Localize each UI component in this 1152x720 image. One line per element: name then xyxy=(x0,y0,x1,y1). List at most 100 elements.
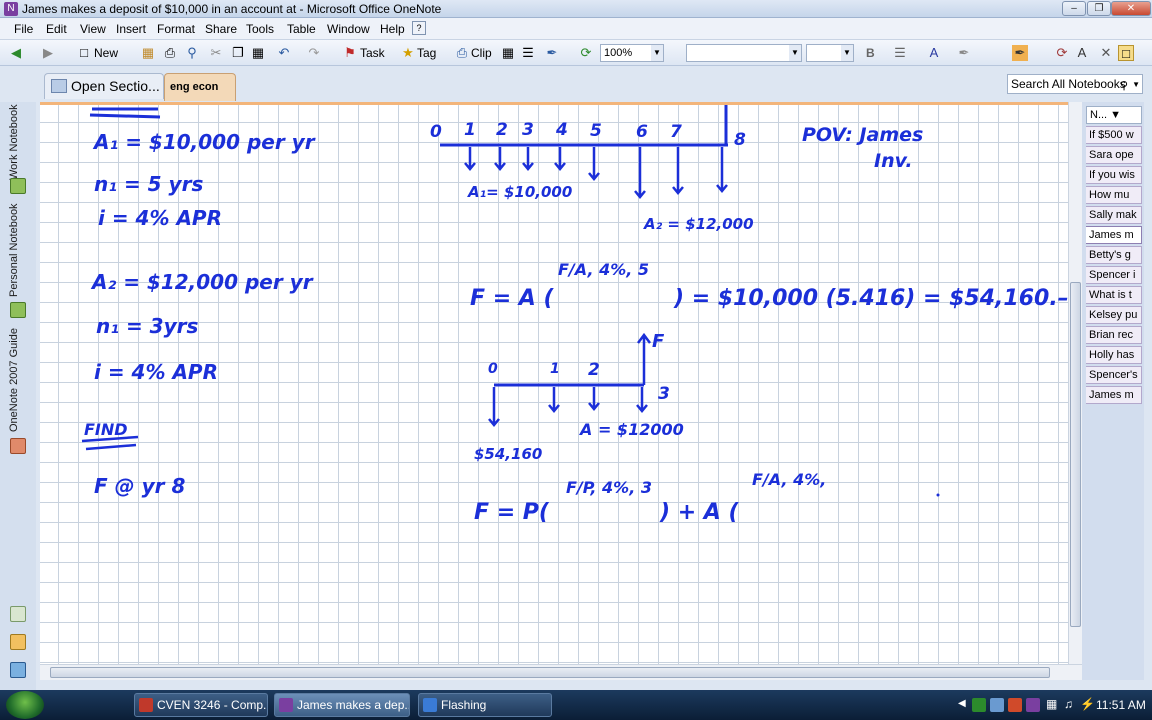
vertical-scrollbar[interactable] xyxy=(1068,102,1082,664)
menu-share[interactable]: Share xyxy=(205,22,237,36)
page-tab[interactable]: James m xyxy=(1086,386,1142,404)
notebook-icon[interactable] xyxy=(10,302,26,318)
lasso-select-icon[interactable]: ⟳ xyxy=(1054,45,1070,61)
notebook-icon[interactable] xyxy=(10,178,26,194)
tag-star-icon[interactable]: ★ xyxy=(400,45,416,61)
start-button[interactable] xyxy=(6,691,44,719)
pen-color-icon[interactable]: ✒ xyxy=(1012,45,1028,61)
page-tab-active[interactable]: James m xyxy=(1086,226,1142,244)
menu-help[interactable]: Help xyxy=(380,22,405,36)
new-button[interactable]: New xyxy=(94,44,118,62)
tab-open-sections[interactable]: Open Sectio... xyxy=(44,73,164,99)
note-icon[interactable]: □ xyxy=(1118,45,1134,61)
note-page-canvas[interactable]: A₁ = $10,000 per yr n₁ = 5 yrs i = 4% AP… xyxy=(40,102,1068,664)
page-tab[interactable]: Sara ope xyxy=(1086,146,1142,164)
notebook-folder-icon[interactable] xyxy=(10,634,26,650)
page-tab[interactable]: Spencer's xyxy=(1086,366,1142,384)
new-page-button[interactable]: N... ▼ xyxy=(1086,106,1142,124)
page-tab[interactable]: If you wis xyxy=(1086,166,1142,184)
menu-view[interactable]: View xyxy=(80,22,106,36)
zoom-select[interactable]: 100% ▼ xyxy=(600,44,664,62)
network-icon[interactable]: ▦ xyxy=(1046,697,1057,711)
bold-button[interactable]: B xyxy=(866,44,875,62)
new-page-icon[interactable]: □ xyxy=(76,45,92,61)
notebook-icon[interactable] xyxy=(10,438,26,454)
tray-app-icon[interactable] xyxy=(1008,698,1022,712)
clock[interactable]: 11:51 AM xyxy=(1096,698,1146,712)
timeline2-tick: 1 xyxy=(550,361,560,377)
table-icon[interactable]: ▦ xyxy=(500,45,516,61)
copy-icon[interactable]: ❐ xyxy=(230,45,246,61)
menu-file[interactable]: File xyxy=(14,22,33,36)
menu-table[interactable]: Table xyxy=(287,22,316,36)
menu-tools[interactable]: Tools xyxy=(246,22,274,36)
back-icon[interactable]: ◀ xyxy=(8,45,24,61)
search-input[interactable]: Search All Notebooks ⚲ ▼ xyxy=(1007,74,1143,94)
vertical-scroll-thumb[interactable] xyxy=(1070,282,1081,627)
horizontal-scrollbar[interactable] xyxy=(40,664,1082,680)
redo-icon[interactable]: ↷ xyxy=(306,45,322,61)
tray-app-icon[interactable] xyxy=(1026,698,1040,712)
notebook-personal[interactable]: Personal Notebook xyxy=(8,202,28,298)
clip-button[interactable]: Clip xyxy=(471,44,492,62)
cut-icon[interactable]: ✂ xyxy=(208,45,224,61)
all-notebooks-icon[interactable] xyxy=(10,662,26,678)
list-view-icon[interactable]: ☰ xyxy=(520,45,536,61)
paste-icon[interactable]: ▦ xyxy=(250,45,266,61)
forward-icon[interactable]: ▶ xyxy=(40,45,56,61)
power-icon[interactable]: ⚡ xyxy=(1080,697,1095,711)
minimize-button[interactable]: – xyxy=(1062,1,1086,16)
task-button[interactable]: Task xyxy=(360,44,385,62)
clip-icon[interactable]: ⎙ xyxy=(454,45,470,61)
menu-insert[interactable]: Insert xyxy=(116,22,146,36)
volume-icon[interactable]: ♫ xyxy=(1064,697,1073,711)
page-tab[interactable]: If $500 w xyxy=(1086,126,1142,144)
print-icon[interactable]: ⎙ xyxy=(162,45,178,61)
taskbar-item[interactable]: Flashing xyxy=(418,693,552,717)
pen-icon[interactable]: ✒ xyxy=(544,45,560,61)
sync-icon[interactable]: ⟳ xyxy=(578,45,594,61)
page-tab[interactable]: What is t xyxy=(1086,286,1142,304)
page-tab[interactable]: Sally mak xyxy=(1086,206,1142,224)
bullets-icon[interactable]: ☰ xyxy=(892,45,908,61)
page-tab[interactable]: Kelsey pu xyxy=(1086,306,1142,324)
research-icon[interactable]: ⚲ xyxy=(184,45,200,61)
menu-format[interactable]: Format xyxy=(157,22,195,36)
taskbar-item-active[interactable]: James makes a dep... xyxy=(274,693,410,717)
search-icon[interactable]: ⚲ xyxy=(1120,77,1128,95)
tag-button[interactable]: Tag xyxy=(417,44,436,62)
task-flag-icon[interactable]: ⚑ xyxy=(342,45,358,61)
restore-button[interactable]: ❐ xyxy=(1087,1,1111,16)
page-tab[interactable]: Holly has xyxy=(1086,346,1142,364)
open-folder-icon[interactable]: ▦ xyxy=(140,45,156,61)
tab-eng-econ[interactable]: eng econ xyxy=(164,73,236,101)
timeline2-f-label: F xyxy=(652,331,665,352)
eraser-icon[interactable]: ✕ xyxy=(1098,45,1114,61)
page-tab[interactable]: How mu xyxy=(1086,186,1142,204)
unfiled-notes-icon[interactable] xyxy=(10,606,26,622)
font-color-icon[interactable]: A xyxy=(926,45,942,61)
tray-expand-icon[interactable]: ◀ xyxy=(958,698,966,709)
tray-app-icon[interactable] xyxy=(990,698,1004,712)
font-name-select[interactable]: ▼ xyxy=(686,44,802,62)
notebook-guide[interactable]: OneNote 2007 Guide xyxy=(8,326,28,434)
page-tab[interactable]: Betty's g xyxy=(1086,246,1142,264)
menu-window[interactable]: Window xyxy=(327,22,370,36)
page-tab[interactable]: Brian rec xyxy=(1086,326,1142,344)
page-tab[interactable]: Spencer i xyxy=(1086,266,1142,284)
notebook-work[interactable]: Work Notebook xyxy=(8,102,28,182)
help-icon[interactable]: ? xyxy=(412,21,426,35)
chevron-down-icon[interactable]: ▼ xyxy=(1132,76,1140,94)
horizontal-scroll-thumb[interactable] xyxy=(50,667,1050,678)
search-placeholder: Search All Notebooks xyxy=(1011,77,1126,91)
standard-toolbar: ◀ ▶ □ New ▦ ⎙ ⚲ ✂ ❐ ▦ ↶ ↷ ⚑ Task ★ Tag ⎙… xyxy=(0,40,1152,66)
font-size-select[interactable]: ▼ xyxy=(806,44,854,62)
find-heading: FIND xyxy=(84,420,128,439)
menu-edit[interactable]: Edit xyxy=(46,22,67,36)
highlighter-icon[interactable]: ✒ xyxy=(956,45,972,61)
spelling-icon[interactable]: A xyxy=(1074,45,1090,61)
close-button[interactable]: ✕ xyxy=(1111,1,1151,16)
undo-icon[interactable]: ↶ xyxy=(276,45,292,61)
tray-app-icon[interactable] xyxy=(972,698,986,712)
taskbar-item[interactable]: CVEN 3246 - Comp... xyxy=(134,693,268,717)
